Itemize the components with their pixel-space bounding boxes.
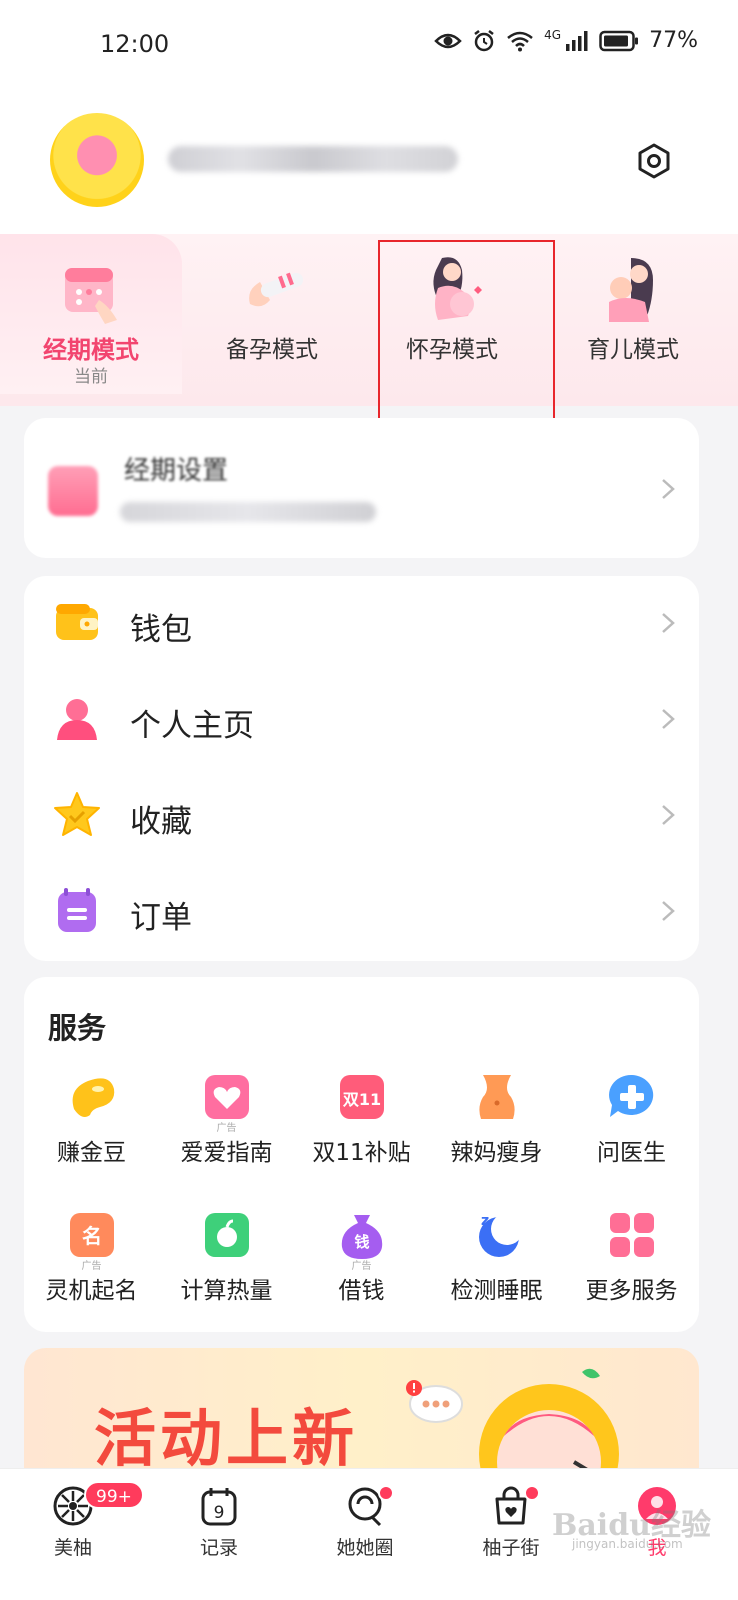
battery-icon	[599, 30, 639, 51]
money-bag-icon: 钱	[341, 1215, 382, 1259]
apple-icon	[204, 1213, 249, 1257]
menu-item-wallet[interactable]: 钱包	[24, 576, 699, 672]
promo-banner[interactable]: 活动上新	[24, 1348, 699, 1488]
wifi-icon	[507, 31, 533, 51]
menu-item-label: 订单	[130, 900, 192, 936]
services-title: 服务	[48, 1011, 107, 1045]
menu-item-orders[interactable]: 订单	[24, 864, 699, 960]
service-label: 计算热量	[180, 1278, 273, 1304]
calendar-hand-icon	[65, 268, 117, 324]
notification-badge: 99+	[84, 1481, 144, 1509]
notification-dot	[378, 1485, 394, 1501]
service-label: 灵机起名	[45, 1278, 138, 1304]
double11-glyph: 双11	[342, 1090, 380, 1109]
period-settings-detail-blurred	[120, 502, 376, 522]
battery-level: 77%	[649, 28, 698, 53]
mode-tab-prepare[interactable]: 备孕模式	[182, 234, 362, 394]
banner-text: 活动上新	[94, 1402, 359, 1475]
menu-item-favorites[interactable]: 收藏	[24, 768, 699, 864]
mode-label: 备孕模式	[226, 337, 318, 363]
menu-item-profile[interactable]: 个人主页	[24, 672, 699, 768]
calendar-icon: 9	[201, 1488, 237, 1526]
notification-dot	[524, 1485, 540, 1501]
signal-icon	[566, 30, 588, 51]
period-calendar-icon	[48, 466, 98, 516]
chevron-right-icon	[662, 479, 675, 499]
alarm-icon	[474, 29, 494, 51]
ad-label: 广告	[351, 1261, 372, 1272]
tab-meiyou[interactable]: 美柚 99+	[0, 1469, 146, 1600]
menu-item-label: 钱包	[130, 612, 192, 648]
services-card: 服务 赚金豆 广告 爱爱指南 双11 双11补贴 辣妈瘦身 问医生 名 广告 灵…	[24, 977, 699, 1332]
service-label: 问医生	[597, 1140, 666, 1166]
double11-icon: 双11	[339, 1075, 384, 1119]
mother-baby-icon	[609, 258, 653, 322]
doctor-chat-icon	[608, 1074, 653, 1117]
money-glyph: 钱	[354, 1233, 369, 1251]
service-label: 检测睡眠	[450, 1278, 543, 1304]
ad-label: 广告	[216, 1123, 237, 1134]
mode-current-label: 当前	[74, 367, 108, 387]
service-label: 爱爱指南	[180, 1140, 273, 1166]
network-type: 4G	[544, 28, 562, 42]
status-time: 12:00	[100, 30, 170, 58]
service-label: 借钱	[338, 1278, 385, 1304]
chevron-right-icon	[662, 805, 675, 825]
annotation-highlight-box	[378, 240, 555, 420]
order-icon	[58, 888, 96, 932]
mode-switcher: 经期模式 当前 备孕模式 怀孕模式 育儿模式	[0, 234, 738, 406]
username-blurred[interactable]	[168, 146, 458, 172]
calendar-day: 9	[214, 1503, 225, 1523]
menu-item-label: 个人主页	[130, 708, 254, 744]
settings-hexagon-icon[interactable]	[636, 143, 672, 179]
star-icon	[54, 792, 100, 836]
chat-bubble-icon	[406, 1380, 463, 1423]
wallet-icon	[56, 604, 98, 640]
person-icon	[57, 699, 97, 740]
chevron-right-icon	[662, 901, 675, 921]
mode-label: 经期模式	[43, 336, 139, 364]
waist-icon	[478, 1075, 515, 1119]
period-settings-card[interactable]	[24, 418, 699, 558]
mode-tab-period[interactable]: 经期模式 当前	[0, 234, 182, 394]
period-settings-title: 经期设置	[124, 456, 229, 486]
status-icons: 4G 77%	[434, 28, 698, 53]
bean-icon	[72, 1078, 114, 1117]
ad-label: 广告	[81, 1261, 102, 1272]
tab-label: 她她圈	[336, 1537, 394, 1559]
eye-icon	[434, 33, 462, 48]
menu-item-label: 收藏	[130, 804, 192, 840]
watermark-url: jingyan.baidu.com	[572, 1537, 683, 1551]
tab-record[interactable]: 9 记录	[146, 1469, 292, 1600]
mode-label: 育儿模式	[587, 337, 679, 363]
name-icon: 名	[69, 1213, 114, 1257]
chevron-right-icon	[662, 709, 675, 729]
pregnancy-test-icon	[249, 272, 304, 307]
service-label: 赚金豆	[57, 1140, 126, 1166]
sleep-moon-icon: z	[478, 1213, 523, 1257]
service-label: 更多服务	[585, 1278, 678, 1304]
tab-community[interactable]: 她她圈	[292, 1469, 438, 1600]
service-label: 辣妈瘦身	[450, 1140, 543, 1166]
grid-icon	[609, 1213, 654, 1257]
svg-text:z: z	[481, 1213, 489, 1229]
tab-label: 记录	[199, 1537, 238, 1559]
name-glyph: 名	[82, 1224, 102, 1248]
menu-list: 钱包 个人主页 收藏 订单	[24, 576, 699, 961]
avatar[interactable]	[50, 113, 144, 207]
chevron-right-icon	[662, 613, 675, 633]
tab-label: 美柚	[53, 1537, 92, 1559]
heart-book-icon	[204, 1075, 249, 1119]
service-label: 双11补贴	[312, 1140, 411, 1166]
mode-tab-parenting[interactable]: 育儿模式	[542, 234, 724, 394]
